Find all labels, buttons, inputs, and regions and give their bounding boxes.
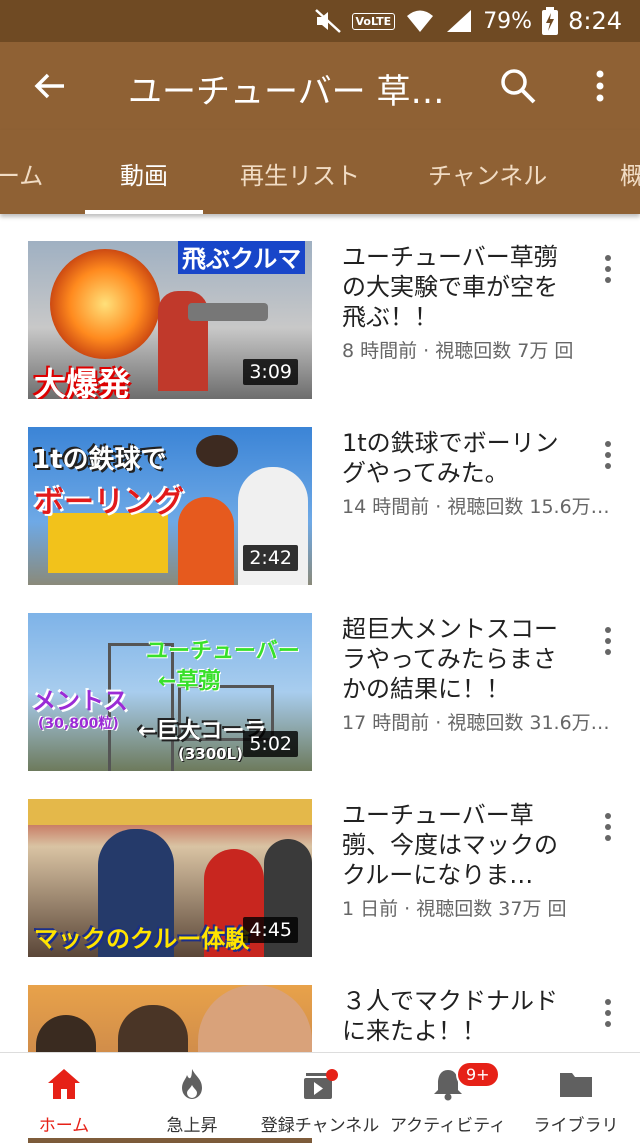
volte-indicator: VoLTE [351, 12, 396, 30]
battery-percent: 79% [483, 8, 533, 34]
thumbnail-caption: 1tの鉄球で [32, 445, 167, 475]
nav-label: アクティビティ [389, 1116, 507, 1136]
video-meta: 8 時間前 · 視聴回数 7万 回 [342, 340, 574, 362]
more-vert-icon[interactable] [600, 812, 616, 842]
nav-subscriptions[interactable]: 登録チャンネル [256, 1053, 384, 1138]
nav-home[interactable]: ホーム [0, 1053, 128, 1138]
video-title[interactable]: ３人でマクドナルドに来たよ！！ [342, 986, 570, 1046]
thumbnail-caption: (30,800粒) [38, 716, 119, 732]
status-bar: VoLTE 79% 8:24 [0, 0, 640, 42]
tab-channels[interactable]: チャンネル [428, 156, 547, 191]
more-vert-icon[interactable] [588, 66, 612, 106]
mute-icon [314, 9, 341, 33]
video-title[interactable]: ユーチューバー草彅、今度はマックのクルーになりま… [342, 800, 570, 890]
video-duration: 3:09 [243, 359, 298, 385]
video-item[interactable]: マックのクルー体験 4:45 ユーチューバー草彅、今度はマックのクルーになりま…… [0, 772, 640, 958]
video-thumbnail[interactable]: マックのクルー体験 4:45 [28, 799, 312, 957]
video-thumbnail[interactable]: 飛ぶクルマ 大爆発 3:09 [28, 241, 312, 399]
thumbnail-caption: ユーチューバー [146, 639, 300, 664]
more-vert-icon[interactable] [600, 440, 616, 470]
menu-board [28, 799, 312, 825]
tab-about[interactable]: 概 [620, 156, 640, 191]
crane-figure [48, 513, 168, 573]
battery-charging-icon [542, 7, 559, 35]
video-thumbnail[interactable]: 1tの鉄球で ボーリング 2:42 [28, 427, 312, 585]
video-duration: 4:45 [243, 917, 298, 943]
home-icon [48, 1069, 80, 1099]
video-item[interactable]: ユーチューバー ←草彅 メントス (30,800粒) ←巨大コーラ (3300L… [0, 586, 640, 772]
wifi-icon [407, 10, 434, 32]
more-vert-icon[interactable] [600, 998, 616, 1028]
video-title[interactable]: ユーチューバー草彅の大実験で車が空を飛ぶ！！ [342, 242, 570, 332]
nav-label: ホーム [38, 1116, 90, 1136]
thumbnail-caption: 大爆発 [34, 365, 131, 399]
thumbnail-caption: ←草彅 [158, 669, 221, 694]
person-figure [178, 497, 234, 585]
more-vert-icon[interactable] [600, 626, 616, 656]
back-arrow-icon[interactable] [30, 66, 70, 106]
folder-icon [560, 1073, 592, 1097]
video-duration: 5:02 [243, 731, 298, 757]
video-meta: 17 時間前 · 視聴回数 31.6万… [342, 712, 610, 734]
explosion-graphic [50, 249, 160, 359]
thumbnail-caption: マックのクルー体験 [34, 925, 250, 953]
video-meta: 14 時間前 · 視聴回数 15.6万… [342, 496, 610, 518]
subscriptions-icon [304, 1069, 338, 1099]
bottom-navigation: ホーム 急上昇 登録チャンネル 9+ アクティビティ ライブラリ [0, 1052, 640, 1138]
nav-activity[interactable]: 9+ アクティビティ [384, 1053, 512, 1138]
video-duration: 2:42 [243, 545, 298, 571]
video-title[interactable]: 1tの鉄球でボーリングやってみた。 [342, 428, 570, 488]
video-meta: 1 日前 · 視聴回数 37万 回 [342, 898, 567, 920]
iron-ball-figure [196, 435, 238, 467]
video-item[interactable]: 1tの鉄球で ボーリング 2:42 1tの鉄球でボーリングやってみた。 14 時… [0, 400, 640, 586]
nav-label: 急上昇 [166, 1116, 218, 1136]
video-item[interactable]: 飛ぶクルマ 大爆発 3:09 ユーチューバー草彅の大実験で車が空を飛ぶ！！ 8 … [0, 214, 640, 400]
clock: 8:24 [568, 7, 622, 35]
nav-trending[interactable]: 急上昇 [128, 1053, 256, 1138]
thumbnail-caption: ボーリング [34, 485, 184, 520]
tab-playlists[interactable]: 再生リスト [240, 156, 360, 191]
nav-library[interactable]: ライブラリ [512, 1053, 640, 1138]
car-figure [188, 303, 268, 321]
nav-label: 登録チャンネル [260, 1116, 380, 1136]
thumbnail-caption: メントス [32, 687, 128, 715]
tab-videos[interactable]: 動画 [120, 156, 168, 191]
video-thumbnail[interactable]: ユーチューバー ←草彅 メントス (30,800粒) ←巨大コーラ (3300L… [28, 613, 312, 771]
more-vert-icon[interactable] [600, 254, 616, 284]
nav-label: ライブラリ [533, 1116, 619, 1136]
signal-icon [447, 10, 472, 32]
channel-title: ユーチューバー 草… [128, 72, 445, 112]
search-icon[interactable] [498, 66, 538, 106]
notification-badge: 9+ [456, 1061, 500, 1088]
tab-home[interactable]: ーム [0, 156, 43, 191]
video-title[interactable]: 超巨大メントスコーラやってみたらまさかの結果に！！ [342, 614, 570, 704]
app-bar: ユーチューバー 草… [0, 42, 640, 130]
flame-icon [182, 1069, 202, 1099]
thumbnail-caption: (3300L) [178, 745, 244, 763]
channel-tabs: ーム 動画 再生リスト チャンネル 概 [0, 130, 640, 214]
thumbnail-caption: 飛ぶクルマ [178, 241, 306, 274]
